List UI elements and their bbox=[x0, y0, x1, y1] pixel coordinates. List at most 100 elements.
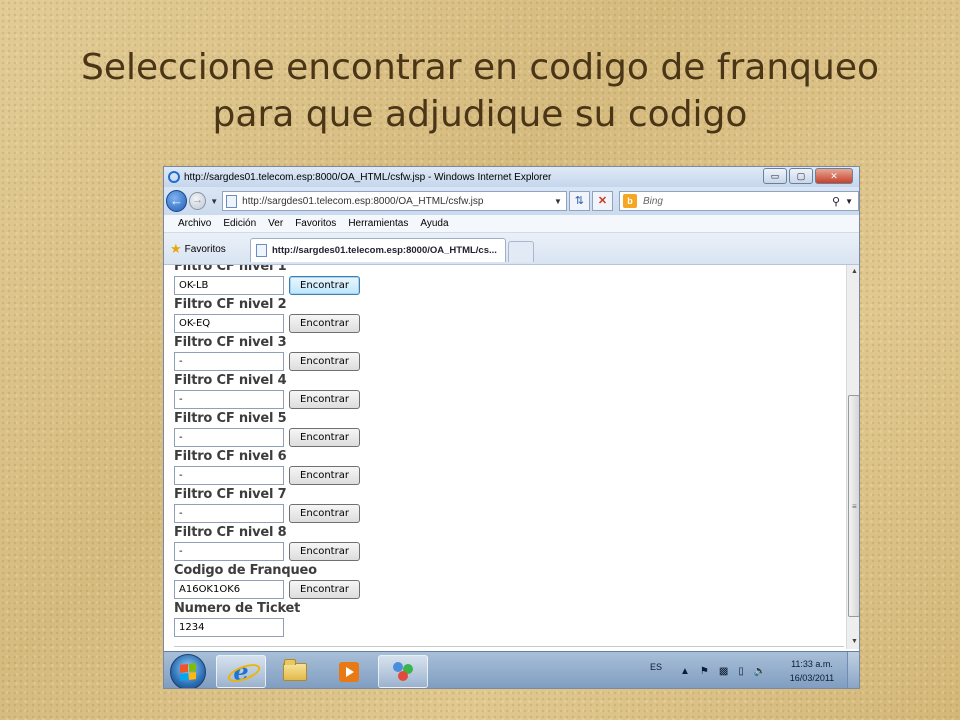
encontrar-button-5[interactable]: Encontrar bbox=[289, 428, 360, 447]
taskbar-media-button[interactable] bbox=[324, 655, 374, 688]
field-filtro-cf-nivel-3: Filtro CF nivel 3 - Encontrar bbox=[174, 335, 360, 371]
search-dropdown-icon[interactable]: ▼ bbox=[845, 197, 853, 206]
menu-herramientas[interactable]: Herramientas bbox=[348, 218, 408, 229]
address-url: http://sargdes01.telecom.esp:8000/OA_HTM… bbox=[242, 195, 484, 207]
favorites-label: Favoritos bbox=[184, 243, 226, 255]
language-indicator[interactable]: ES bbox=[650, 662, 662, 672]
codigo-franqueo-input[interactable]: A16OK1OK6 bbox=[174, 580, 284, 599]
favorites-button[interactable]: ★ Favoritos bbox=[170, 241, 226, 257]
encontrar-button-3[interactable]: Encontrar bbox=[289, 352, 360, 371]
network-icon[interactable]: ▩ bbox=[719, 666, 728, 677]
menu-edicion[interactable]: Edición bbox=[223, 218, 256, 229]
forward-arrow-icon[interactable]: → bbox=[189, 192, 207, 210]
taskbar-messenger-button[interactable] bbox=[378, 655, 428, 688]
field-label: Filtro CF nivel 3 bbox=[174, 335, 287, 350]
filtro-nivel-7-input[interactable]: - bbox=[174, 504, 284, 523]
encontrar-button-1[interactable]: Encontrar bbox=[289, 276, 360, 295]
field-label: Filtro CF nivel 7 bbox=[174, 487, 287, 502]
taskbar-ie-button[interactable]: e bbox=[216, 655, 266, 688]
menu-ver[interactable]: Ver bbox=[268, 218, 283, 229]
close-button[interactable]: ✕ bbox=[815, 168, 853, 184]
filtro-nivel-6-input[interactable]: - bbox=[174, 466, 284, 485]
ticket-input[interactable]: 1234 bbox=[174, 618, 284, 637]
tab-page-icon bbox=[256, 244, 267, 257]
browser-window: http://sargdes01.telecom.esp:8000/OA_HTM… bbox=[163, 166, 860, 689]
window-controls: ▭ ▢ ✕ bbox=[761, 168, 853, 184]
encontrar-button-8[interactable]: Encontrar bbox=[289, 542, 360, 561]
filtro-nivel-1-input[interactable]: OK-LB bbox=[174, 276, 284, 295]
field-filtro-cf-nivel-8: Filtro CF nivel 8 - Encontrar bbox=[174, 525, 360, 561]
stop-icon[interactable]: ✕ bbox=[591, 191, 613, 211]
window-title: http://sargdes01.telecom.esp:8000/OA_HTM… bbox=[184, 171, 552, 183]
scroll-up-icon[interactable]: ▲ bbox=[847, 265, 859, 279]
address-bar[interactable]: http://sargdes01.telecom.esp:8000/OA_HTM… bbox=[222, 191, 567, 211]
encontrar-button-4[interactable]: Encontrar bbox=[289, 390, 360, 409]
encontrar-button-7[interactable]: Encontrar bbox=[289, 504, 360, 523]
search-icon[interactable]: ⚲ bbox=[832, 195, 840, 208]
minimize-button[interactable]: ▭ bbox=[763, 168, 787, 184]
ie-icon: e bbox=[233, 657, 249, 686]
tray-expand-icon[interactable]: ▲ bbox=[680, 666, 690, 677]
field-filtro-cf-nivel-4: Filtro CF nivel 4 - Encontrar bbox=[174, 373, 360, 409]
show-desktop-button[interactable] bbox=[847, 652, 859, 688]
field-filtro-cf-nivel-2: Filtro CF nivel 2 OK-EQ Encontrar bbox=[174, 297, 360, 333]
grip-icon: ≡ bbox=[852, 502, 857, 511]
encontrar-codigo-button[interactable]: Encontrar bbox=[289, 580, 360, 599]
menu-archivo[interactable]: Archivo bbox=[178, 218, 211, 229]
window-titlebar[interactable]: http://sargdes01.telecom.esp:8000/OA_HTM… bbox=[164, 167, 859, 187]
taskbar: e ES ▲ ⚑ ▩ ▯ 🔈 11:33 a.m. 16/03/2011 bbox=[164, 651, 859, 688]
field-filtro-cf-nivel-6: Filtro CF nivel 6 - Encontrar bbox=[174, 449, 360, 485]
clock-date: 16/03/2011 bbox=[789, 673, 835, 683]
address-dropdown-icon[interactable]: ▼ bbox=[554, 197, 562, 206]
field-label: Filtro CF nivel 6 bbox=[174, 449, 287, 464]
bing-icon: b bbox=[622, 194, 637, 208]
field-label: Filtro CF nivel 1 bbox=[174, 265, 287, 274]
vertical-scrollbar[interactable]: ▲ ≡ ▼ bbox=[846, 265, 859, 649]
filtro-nivel-2-input[interactable]: OK-EQ bbox=[174, 314, 284, 333]
page-content: Filtro CF nivel 1 OK-LB Encontrar Filtro… bbox=[164, 265, 846, 649]
people-icon bbox=[391, 661, 415, 682]
filtro-nivel-3-input[interactable]: - bbox=[174, 352, 284, 371]
field-label: Filtro CF nivel 4 bbox=[174, 373, 287, 388]
maximize-button[interactable]: ▢ bbox=[789, 168, 813, 184]
menu-ayuda[interactable]: Ayuda bbox=[420, 218, 448, 229]
start-button[interactable] bbox=[170, 654, 206, 688]
scroll-down-icon[interactable]: ▼ bbox=[847, 635, 859, 649]
menu-favoritos[interactable]: Favoritos bbox=[295, 218, 336, 229]
tab-title: http://sargdes01.telecom.esp:8000/OA_HTM… bbox=[272, 245, 497, 256]
field-label: Filtro CF nivel 5 bbox=[174, 411, 287, 426]
content-divider bbox=[174, 646, 844, 647]
new-tab-button[interactable] bbox=[508, 241, 534, 262]
slide-title-line-1: Seleccione encontrar en codigo de franqu… bbox=[80, 47, 880, 88]
back-arrow-icon[interactable]: ← bbox=[166, 190, 188, 212]
clock[interactable]: 11:33 a.m. 16/03/2011 bbox=[782, 657, 842, 685]
filtro-nivel-5-input[interactable]: - bbox=[174, 428, 284, 447]
search-placeholder: Bing bbox=[642, 195, 663, 207]
ie-logo-icon bbox=[168, 171, 180, 183]
filtro-nivel-4-input[interactable]: - bbox=[174, 390, 284, 409]
system-tray: ES ▲ ⚑ ▩ ▯ 🔈 bbox=[650, 652, 776, 688]
slide-title-line-2: para que adjudique su codigo bbox=[212, 94, 748, 135]
star-icon: ★ bbox=[170, 241, 182, 256]
refresh-icon[interactable]: ⇅ bbox=[568, 191, 590, 211]
taskbar-explorer-button[interactable] bbox=[270, 655, 320, 688]
field-label: Filtro CF nivel 2 bbox=[174, 297, 287, 312]
field-filtro-cf-nivel-7: Filtro CF nivel 7 - Encontrar bbox=[174, 487, 360, 523]
field-codigo-de-franqueo: Codigo de Franqueo A16OK1OK6 Encontrar bbox=[174, 563, 360, 599]
slide-title: Seleccione encontrar en codigo de franqu… bbox=[60, 44, 900, 138]
filtro-nivel-8-input[interactable]: - bbox=[174, 542, 284, 561]
folder-icon bbox=[283, 658, 307, 681]
flag-icon[interactable]: ⚑ bbox=[700, 666, 709, 677]
page-icon bbox=[226, 194, 238, 208]
scroll-thumb[interactable]: ≡ bbox=[848, 395, 859, 617]
address-row: ← → ▼ http://sargdes01.telecom.esp:8000/… bbox=[164, 187, 859, 215]
battery-icon[interactable]: ▯ bbox=[738, 666, 744, 677]
volume-icon[interactable]: 🔈 bbox=[754, 666, 766, 677]
tab-active[interactable]: http://sargdes01.telecom.esp:8000/OA_HTM… bbox=[250, 238, 506, 262]
encontrar-button-2[interactable]: Encontrar bbox=[289, 314, 360, 333]
history-dropdown-icon[interactable]: ▼ bbox=[210, 197, 218, 206]
favorites-bar: ★ Favoritos http://sargdes01.telecom.esp… bbox=[164, 233, 859, 265]
media-player-icon bbox=[339, 661, 359, 682]
search-input[interactable]: b Bing ⚲ ▼ bbox=[618, 191, 859, 211]
encontrar-button-6[interactable]: Encontrar bbox=[289, 466, 360, 485]
